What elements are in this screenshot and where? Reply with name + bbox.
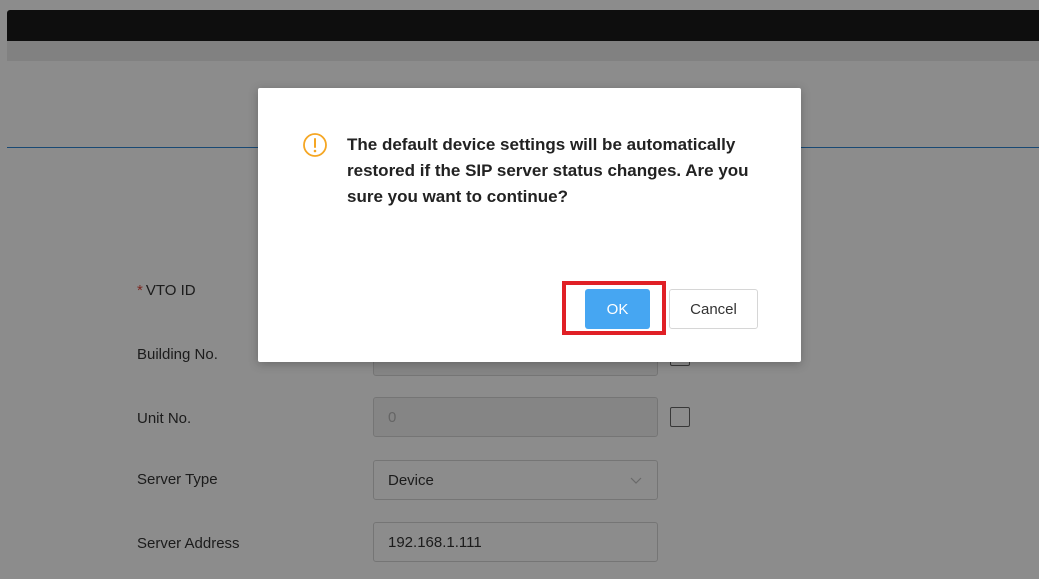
- cancel-button[interactable]: Cancel: [669, 289, 758, 329]
- warning-circle-icon: [303, 133, 327, 157]
- confirm-dialog: The default device settings will be auto…: [258, 88, 801, 362]
- dialog-message: The default device settings will be auto…: [347, 135, 749, 206]
- ok-button[interactable]: OK: [585, 289, 650, 329]
